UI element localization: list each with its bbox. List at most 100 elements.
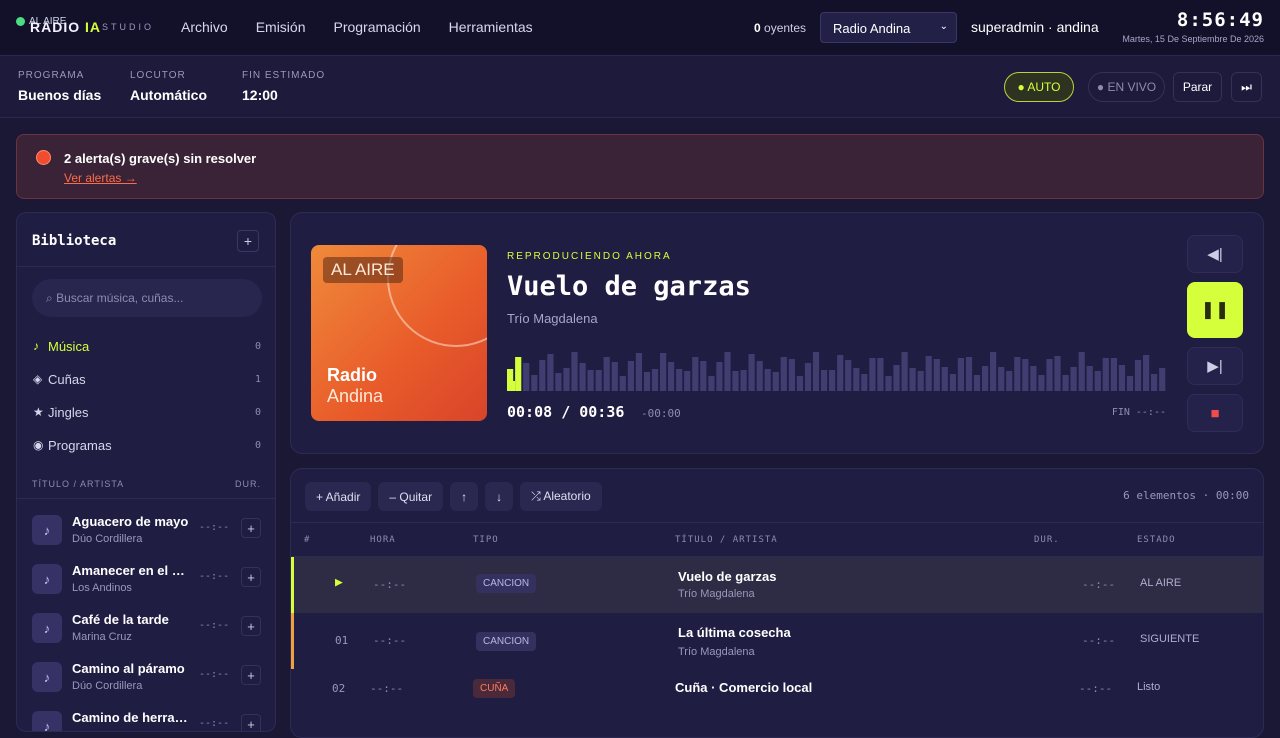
waveform-bar [1094, 371, 1101, 391]
library-track[interactable]: ♪ Camino al páramo Dúo Cordillera --:-- + [17, 652, 275, 701]
view-alerts-link[interactable]: Ver alertas → [64, 171, 137, 185]
row-type-badge: CANCION [476, 574, 537, 593]
library-track[interactable]: ♪ Camino de herradura --:-- + [17, 701, 275, 731]
waveform-bar [853, 368, 860, 391]
category-count: 1 [254, 374, 261, 385]
auto-mode-button[interactable]: ● AUTO [1004, 72, 1074, 102]
brand-text: RADIO [30, 19, 81, 35]
clock-date: Martes, 15 De Septiembre De 2026 [1122, 34, 1264, 44]
col-duration: DUR. [1034, 535, 1060, 545]
pause-icon[interactable]: ❚❚ [1187, 282, 1243, 338]
row-duration: --:-- [1079, 682, 1113, 695]
waveform-bar [796, 376, 803, 391]
alert-banner: 2 alerta(s) grave(s) sin resolver Ver al… [16, 134, 1264, 199]
brand-studio: STUDIO [102, 22, 155, 32]
announcer-value: Automático [130, 87, 207, 103]
program-value: Buenos días [18, 87, 102, 103]
waveform-bar [869, 358, 876, 391]
waveform-bar [957, 358, 964, 391]
waveform[interactable] [507, 341, 1167, 391]
waveform-bar [893, 365, 900, 391]
chevron-down-icon: ⌄ [939, 21, 948, 32]
queue-count: 6 elementos · 00:00 [1123, 489, 1249, 502]
waveform-bar [756, 361, 763, 391]
library-track[interactable]: ♪ Amanecer en el valle Los Andinos --:-- + [17, 554, 275, 603]
library-add-button[interactable]: + [237, 230, 259, 252]
remove-button[interactable]: – Quitar [378, 482, 444, 511]
nav-archivo[interactable]: Archivo [167, 19, 242, 35]
row-status: SIGUIENTE [1140, 633, 1200, 645]
stop-button[interactable]: Parar [1173, 72, 1222, 102]
add-track-button[interactable]: + [241, 567, 261, 587]
previous-icon[interactable]: ◀| [1187, 235, 1243, 273]
brand-name: RADIO IA [30, 19, 101, 35]
library-track[interactable]: ♪ Aguacero de mayo Dúo Cordillera --:-- + [17, 505, 275, 554]
announcer-field: LOCUTOR Automático [130, 70, 207, 103]
waveform-bar [547, 354, 554, 391]
stop-icon[interactable]: ■ [1187, 394, 1243, 432]
category-jingles[interactable]: ★ Jingles 0 [17, 399, 275, 432]
category-count: 0 [254, 440, 261, 451]
clock: 8:56:49 Martes, 15 De Septiembre De 2026 [1122, 9, 1264, 44]
waveform-bar [885, 376, 892, 391]
waveform-bar [1118, 365, 1125, 391]
library-header: Biblioteca + [17, 213, 275, 267]
shuffle-button[interactable]: ⤮ Aleatorio [520, 482, 602, 511]
waveform-bar [1102, 358, 1109, 391]
category-cunas[interactable]: ◈ Cuñas 1 [17, 366, 275, 399]
skip-icon[interactable]: ⏭ [1231, 72, 1262, 102]
library-track[interactable]: ♪ Café de la tarde Marina Cruz --:-- + [17, 603, 275, 652]
user-name[interactable]: superadmin · andina [971, 19, 1099, 35]
queue-row-onair[interactable]: ▶ --:-- CANCION Vuelo de garzas Trío Mag… [291, 557, 1263, 613]
cover-line-2: Andina [327, 386, 384, 406]
move-down-button[interactable]: ↓ [485, 482, 514, 511]
category-programas[interactable]: ◉ Programas 0 [17, 432, 275, 465]
now-playing-label: REPRODUCIENDO AHORA [507, 251, 672, 262]
row-status: Listo [1137, 681, 1161, 693]
next-icon[interactable]: ▶| [1187, 347, 1243, 385]
music-note-icon: ♪ [32, 613, 62, 643]
queue-row-next[interactable]: 01 --:-- CANCION La última cosecha Trío … [291, 613, 1263, 669]
nav-programacion[interactable]: Programación [319, 19, 434, 35]
waveform-bar [732, 371, 739, 391]
queue-row[interactable]: 02 --:-- CUÑA Cuña · Comercio local --:-… [291, 669, 1263, 725]
add-track-button[interactable]: + [241, 518, 261, 538]
clock-time: 8:56:49 [1176, 9, 1264, 31]
waveform-bar [804, 363, 812, 391]
waveform-bar [829, 370, 836, 391]
live-mode-button[interactable]: ● EN VIVO [1088, 72, 1165, 102]
station-select[interactable]: Radio Andina ⌄ [820, 12, 957, 43]
waveform-bar [676, 369, 683, 391]
waveform-bar [821, 370, 828, 391]
waveform-bar [877, 358, 884, 391]
row-status: AL AIRE [1140, 577, 1182, 589]
nav-emision[interactable]: Emisión [242, 19, 320, 35]
row-number: 02 [332, 682, 346, 695]
waveform-bar [772, 372, 779, 391]
playhead[interactable] [507, 381, 515, 391]
waveform-bar [845, 360, 852, 391]
star-icon: ★ [33, 405, 44, 419]
waveform-bar [788, 359, 795, 391]
song-title: Vuelo de garzas [507, 271, 751, 302]
col-number: # [304, 535, 311, 545]
waveform-bar [1151, 374, 1158, 391]
waveform-bar [716, 362, 723, 391]
waveform-bar [1038, 375, 1045, 391]
add-track-button[interactable]: + [241, 714, 261, 731]
add-track-button[interactable]: + [241, 665, 261, 685]
waveform-bar [563, 368, 570, 391]
add-button[interactable]: + Añadir [305, 482, 372, 511]
category-musica[interactable]: ♪ Música 0 [17, 333, 275, 366]
nav-herramientas[interactable]: Herramientas [435, 19, 547, 35]
waveform-bar [1134, 360, 1142, 391]
waveform-bar [1022, 359, 1029, 391]
library-search-input[interactable]: ⌕ Buscar música, cuñas... [32, 279, 262, 317]
library-title: Biblioteca [32, 233, 117, 249]
add-track-button[interactable]: + [241, 616, 261, 636]
waveform-bar [901, 352, 908, 391]
library-track-list: ♪ Aguacero de mayo Dúo Cordillera --:-- + ♪ A… [17, 505, 275, 731]
waveform-bar [812, 352, 820, 391]
move-up-button[interactable]: ↑ [450, 482, 479, 511]
waveform-bar [1070, 367, 1077, 391]
